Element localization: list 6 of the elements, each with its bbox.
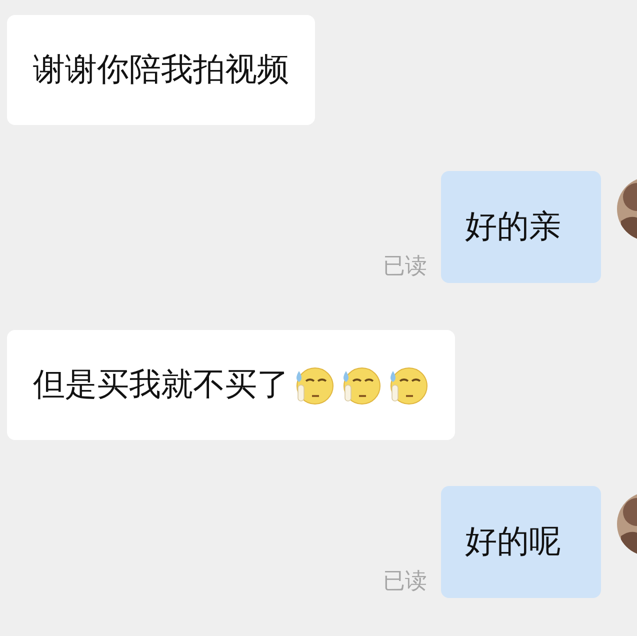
message-bubble: 好的呢 [441,486,601,598]
read-receipt: 已读 [383,568,427,596]
message-text: 谢谢你陪我拍视频 [33,49,289,90]
read-receipt: 已读 [383,253,427,281]
message-text: 但是买我就不买了 [33,364,289,405]
message-bubble: 好的亲 [441,171,601,283]
